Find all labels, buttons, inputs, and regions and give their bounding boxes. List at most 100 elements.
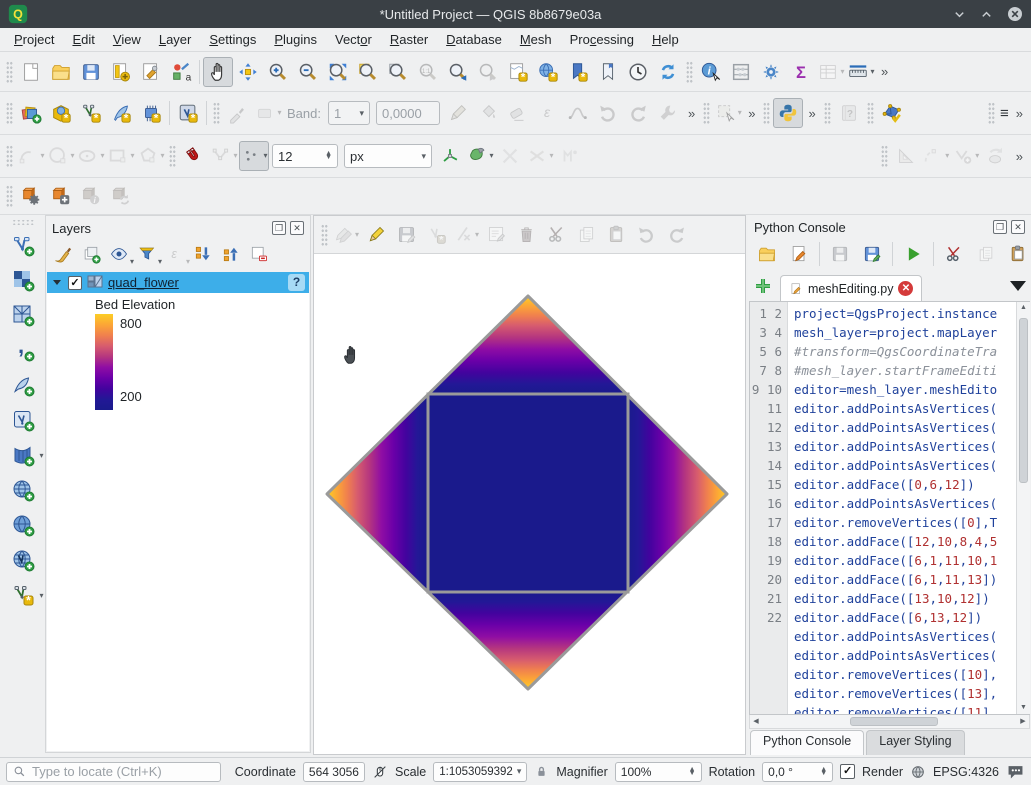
run-script-button[interactable] — [898, 239, 928, 269]
menu-help[interactable]: Help — [644, 30, 687, 49]
dock-tab-python-console[interactable]: Python Console — [750, 730, 864, 755]
menu-layer[interactable]: Layer — [151, 30, 200, 49]
messages-icon[interactable] — [1006, 763, 1025, 780]
toolbar-overflow-icon[interactable]: » — [688, 106, 695, 121]
close-tab-icon[interactable]: ✕ — [898, 281, 913, 296]
circular-string-tool-button[interactable]: ▾ — [16, 141, 46, 171]
processing-toolbox-button[interactable] — [756, 57, 786, 87]
scroll-left-arrow[interactable]: ◀ — [750, 715, 762, 728]
circular-arc-tool-button[interactable]: ▾ — [921, 141, 951, 171]
filter-by-expression-button[interactable]: ε▾ — [162, 242, 188, 268]
toolbar-overflow-icon[interactable]: » — [1016, 106, 1023, 121]
identify-features-button[interactable]: i — [696, 57, 726, 87]
save-script-button[interactable] — [825, 239, 855, 269]
save-edits-button[interactable] — [391, 220, 421, 250]
undo-button[interactable] — [593, 98, 623, 128]
undo-button[interactable] — [631, 220, 661, 250]
zoom-out-button[interactable] — [293, 57, 323, 87]
paste-features-button[interactable] — [601, 220, 631, 250]
select-features-button[interactable]: ▾ — [713, 98, 743, 128]
add-vector-layer-button[interactable] — [9, 232, 37, 260]
raster-settings-button[interactable] — [653, 98, 683, 128]
zoom-to-layer-button[interactable] — [383, 57, 413, 87]
zoom-last-button[interactable] — [443, 57, 473, 87]
cut-button[interactable] — [939, 239, 969, 269]
raster-color-picker-button[interactable] — [223, 98, 253, 128]
toolbar-overflow-icon[interactable]: » — [1016, 149, 1023, 164]
avoid-overlap-button[interactable]: ▾ — [465, 141, 495, 171]
menu-edit[interactable]: Edit — [64, 30, 102, 49]
rotation-spinner[interactable]: 0,0 °▲▼ — [762, 762, 833, 782]
snapping-all-layers-button[interactable]: ▾ — [209, 141, 239, 171]
menu-settings[interactable]: Settings — [201, 30, 264, 49]
collapse-all-button[interactable] — [218, 242, 244, 268]
new-virtual-layer-button[interactable]: * — [173, 98, 203, 128]
cut-features-button[interactable] — [541, 220, 571, 250]
open-script-button[interactable] — [752, 239, 782, 269]
move-rotate-tool-button[interactable] — [981, 141, 1011, 171]
paste-button[interactable] — [1003, 239, 1031, 269]
rectangle-tool-button[interactable]: ▾ — [106, 141, 136, 171]
tracing-button[interactable] — [555, 141, 585, 171]
python-console-button[interactable] — [773, 98, 803, 128]
add-mesh-layer-button[interactable] — [9, 302, 37, 330]
scale-combo[interactable]: 1:1053059392▾ — [433, 762, 527, 782]
add-editor-tab-button[interactable] — [752, 275, 774, 297]
add-group-button[interactable] — [78, 242, 104, 268]
close-panel-button[interactable]: ✕ — [1011, 220, 1025, 234]
zoom-next-button[interactable] — [473, 57, 503, 87]
install-plugin-button[interactable] — [46, 181, 76, 211]
expand-all-button[interactable] — [190, 242, 216, 268]
layer-tree[interactable]: ✓ quad_flower ? Bed Elevation 800 200 — [47, 272, 309, 751]
float-panel-button[interactable]: ❐ — [272, 221, 286, 235]
layer-visibility-checkbox[interactable]: ✓ — [68, 276, 82, 290]
locate-search-input[interactable]: Type to locate (Ctrl+K) — [6, 762, 221, 782]
maximize-button[interactable] — [980, 8, 993, 21]
editor-horizontal-scrollbar[interactable]: ◀ ▶ — [749, 715, 1030, 729]
draw-cell-values-button[interactable] — [443, 98, 473, 128]
menu-project[interactable]: Project — [6, 30, 62, 49]
digitize-mesh-button[interactable] — [877, 98, 907, 128]
menu-view[interactable]: View — [105, 30, 149, 49]
menu-plugins[interactable]: Plugins — [266, 30, 325, 49]
render-checkbox[interactable]: ✓ — [840, 764, 855, 779]
add-virtual-layer-button[interactable] — [9, 407, 37, 435]
toolbar-overflow-icon[interactable]: » — [808, 106, 815, 121]
refresh-map-button[interactable] — [653, 57, 683, 87]
add-vertex-tool-button[interactable]: ▾ — [951, 141, 981, 171]
data-source-manager-button[interactable] — [16, 98, 46, 128]
add-spatialite-layer-button[interactable] — [9, 372, 37, 400]
pan-map-button[interactable] — [203, 57, 233, 87]
close-button[interactable] — [1007, 6, 1023, 22]
new-temporary-scratch-layer-button[interactable]: * — [136, 98, 166, 128]
cad-tools-button[interactable] — [891, 141, 921, 171]
coordinate-input[interactable]: 564 3056 — [303, 762, 365, 782]
interpolate-values-button[interactable] — [563, 98, 593, 128]
menu-processing[interactable]: Processing — [562, 30, 642, 49]
magnifier-spinner[interactable]: 100%▲▼ — [615, 762, 702, 782]
add-wcs-layer-button[interactable] — [9, 477, 37, 505]
assign-expression-button[interactable]: ε — [533, 98, 563, 128]
zoom-to-selection-button[interactable] — [353, 57, 383, 87]
redo-button[interactable] — [661, 220, 691, 250]
menu-raster[interactable]: Raster — [382, 30, 436, 49]
zoom-native-button[interactable]: 1:1 — [413, 57, 443, 87]
editor-vertical-scrollbar[interactable]: ▲ ▼ — [1016, 302, 1030, 714]
show-statistics-button[interactable]: Σ — [786, 57, 816, 87]
snapping-on-intersection-button[interactable] — [495, 141, 525, 171]
dock-tab-layer-styling[interactable]: Layer Styling — [866, 730, 964, 755]
snapping-units[interactable]: px▾ — [344, 144, 432, 168]
crs-globe-icon[interactable] — [910, 764, 926, 780]
new-shapefile-layer-button[interactable]: * — [76, 98, 106, 128]
open-layer-styling-button[interactable] — [50, 242, 76, 268]
new-geopackage-layer-button[interactable]: * — [46, 98, 76, 128]
open-in-external-editor-button[interactable] — [784, 239, 814, 269]
scroll-up-arrow[interactable]: ▲ — [1017, 302, 1030, 314]
add-raster-layer-button[interactable] — [9, 267, 37, 295]
horizontal-scroll-thumb[interactable] — [850, 717, 938, 726]
scroll-down-arrow[interactable]: ▼ — [1017, 702, 1030, 714]
help-contents-button[interactable]: ? — [834, 98, 864, 128]
zoom-in-button[interactable] — [263, 57, 293, 87]
toggle-editing-button[interactable] — [361, 220, 391, 250]
save-project-button[interactable] — [76, 57, 106, 87]
